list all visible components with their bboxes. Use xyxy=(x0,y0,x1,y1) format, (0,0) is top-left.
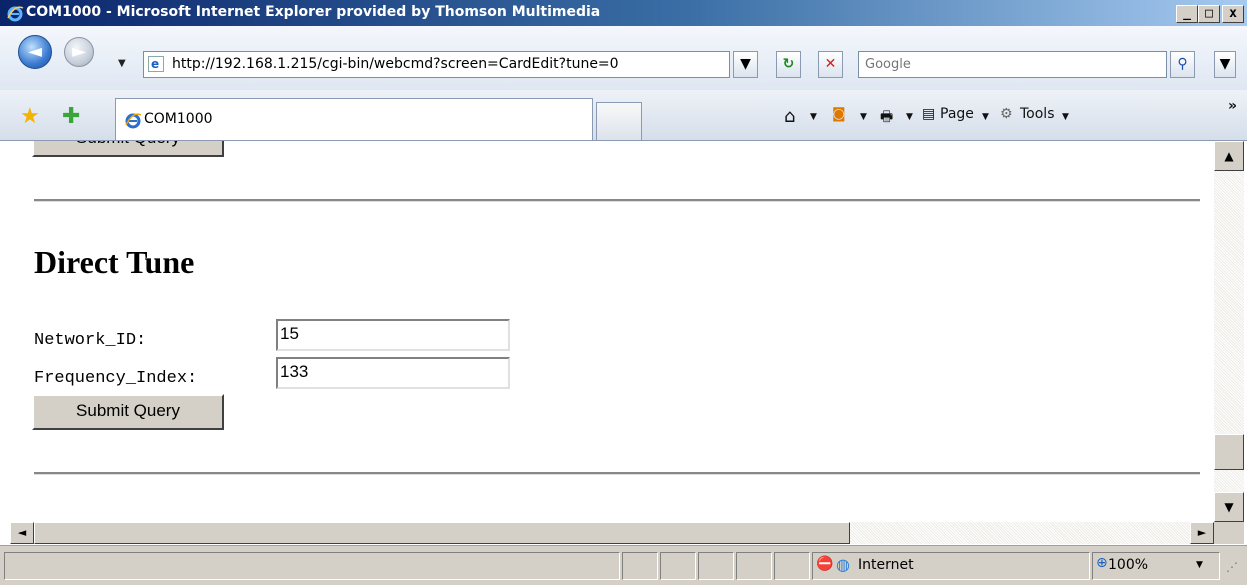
vertical-scrollbar[interactable]: ▲ ▼ xyxy=(1214,141,1244,522)
submit-query-button[interactable]: Submit Query xyxy=(32,394,224,430)
print-dropdown-icon[interactable]: ▼ xyxy=(906,112,913,122)
address-dropdown-button[interactable]: ▼ xyxy=(733,51,758,78)
page-icon: ▤ xyxy=(922,106,936,122)
address-url[interactable]: http://192.168.1.215/cgi-bin/webcmd?scre… xyxy=(172,56,619,72)
ie-logo-icon xyxy=(7,6,24,22)
zoom-dropdown-icon[interactable]: ▼ xyxy=(1196,560,1203,570)
blocked-icon[interactable]: ⛔ xyxy=(816,556,833,572)
network-id-field[interactable] xyxy=(276,319,510,351)
scroll-corner xyxy=(1214,522,1244,544)
home-dropdown-icon[interactable]: ▼ xyxy=(810,112,817,122)
refresh-icon: ↻ xyxy=(782,56,795,72)
stop-icon: ✕ xyxy=(824,56,837,72)
scroll-left-button[interactable]: ◄ xyxy=(10,522,34,544)
status-pane xyxy=(698,552,734,580)
scroll-up-button[interactable]: ▲ xyxy=(1214,141,1244,171)
top-submit-button[interactable]: Submit Query xyxy=(32,141,224,157)
status-pane xyxy=(622,552,658,580)
forward-arrow-icon: ► xyxy=(72,41,86,62)
search-icon: ⚲ xyxy=(1177,56,1188,72)
gear-icon: ⚙ xyxy=(1000,106,1013,122)
page-icon: e xyxy=(148,56,164,72)
favorites-star-icon[interactable]: ★ xyxy=(20,104,40,129)
window-title: COM1000 - Microsoft Internet Explorer pr… xyxy=(26,4,601,20)
history-dropdown-icon[interactable]: ▼ xyxy=(118,58,126,69)
toolbar-overflow-icon[interactable]: » xyxy=(1228,98,1237,114)
status-pane xyxy=(736,552,772,580)
page-content: Submit Query Direct Tune Network_ID: Fre… xyxy=(10,141,1214,521)
search-options-button[interactable]: ▼ xyxy=(1214,51,1236,78)
zone-pane xyxy=(812,552,1090,580)
globe-icon: ◍ xyxy=(836,555,850,574)
browser-window: COM1000 - Microsoft Internet Explorer pr… xyxy=(0,0,1247,585)
tab-label: COM1000 xyxy=(144,111,213,127)
section-title: Direct Tune xyxy=(34,244,195,280)
scroll-down-button[interactable]: ▼ xyxy=(1214,492,1244,522)
refresh-button[interactable]: ↻ xyxy=(776,51,801,78)
frequency-index-input[interactable] xyxy=(280,362,504,382)
status-text-pane xyxy=(4,552,620,580)
search-box[interactable] xyxy=(858,51,1167,78)
feeds-icon[interactable]: ◙ xyxy=(832,106,846,122)
resize-grip-icon[interactable]: ⋰ xyxy=(1226,560,1238,574)
frequency-index-label: Frequency_Index: xyxy=(34,369,198,388)
stop-button[interactable]: ✕ xyxy=(818,51,843,78)
zoom-icon: ⊕ xyxy=(1096,555,1108,571)
forward-button[interactable]: ► xyxy=(64,37,94,67)
ie-page-icon xyxy=(125,113,142,129)
tools-menu[interactable]: Tools xyxy=(1020,106,1055,122)
network-id-label: Network_ID: xyxy=(34,331,147,350)
close-button[interactable]: x xyxy=(1222,5,1244,23)
new-tab-button[interactable] xyxy=(596,102,642,140)
home-icon[interactable]: ⌂ xyxy=(784,106,795,127)
horizontal-scroll-thumb[interactable] xyxy=(34,522,850,544)
back-arrow-icon: ◄ xyxy=(28,41,42,62)
add-favorites-icon[interactable]: ✚ xyxy=(62,104,80,129)
search-button[interactable]: ⚲ xyxy=(1170,51,1195,78)
frequency-index-field[interactable] xyxy=(276,357,510,389)
status-bar: ⛔ ◍ Internet ⊕ 100% ▼ ⋰ xyxy=(0,545,1247,585)
feeds-dropdown-icon[interactable]: ▼ xyxy=(860,112,867,122)
divider xyxy=(34,472,1200,475)
minimize-button[interactable]: _ xyxy=(1176,5,1198,23)
page-menu[interactable]: Page xyxy=(940,106,974,122)
status-pane xyxy=(660,552,696,580)
back-button[interactable]: ◄ xyxy=(18,35,52,69)
maximize-button[interactable]: □ xyxy=(1198,5,1220,23)
print-icon[interactable]: 🖶 xyxy=(880,106,893,130)
page-dropdown-icon[interactable]: ▼ xyxy=(982,112,989,122)
zoom-level[interactable]: 100% xyxy=(1108,557,1148,573)
security-zone: Internet xyxy=(858,557,914,573)
address-bar[interactable]: e http://192.168.1.215/cgi-bin/webcmd?sc… xyxy=(143,51,730,78)
tab-com1000[interactable]: COM1000 xyxy=(115,98,593,140)
scroll-right-button[interactable]: ► xyxy=(1190,522,1214,544)
status-pane xyxy=(774,552,810,580)
horizontal-scrollbar[interactable]: ◄ ► xyxy=(10,522,1214,544)
search-input[interactable] xyxy=(863,56,1157,73)
network-id-input[interactable] xyxy=(280,324,504,344)
divider xyxy=(34,199,1200,202)
vertical-scroll-thumb[interactable] xyxy=(1214,434,1244,470)
title-bar: COM1000 - Microsoft Internet Explorer pr… xyxy=(0,0,1247,26)
tools-dropdown-icon[interactable]: ▼ xyxy=(1062,112,1069,122)
address-toolbar: ◄ ► ▼ e http://192.168.1.215/cgi-bin/web… xyxy=(0,26,1247,90)
tab-toolbar: ★ ✚ COM1000 ⌂ ▼ ◙ ▼ 🖶 ▼ ▤ Page ▼ ⚙ Tools… xyxy=(0,90,1247,141)
